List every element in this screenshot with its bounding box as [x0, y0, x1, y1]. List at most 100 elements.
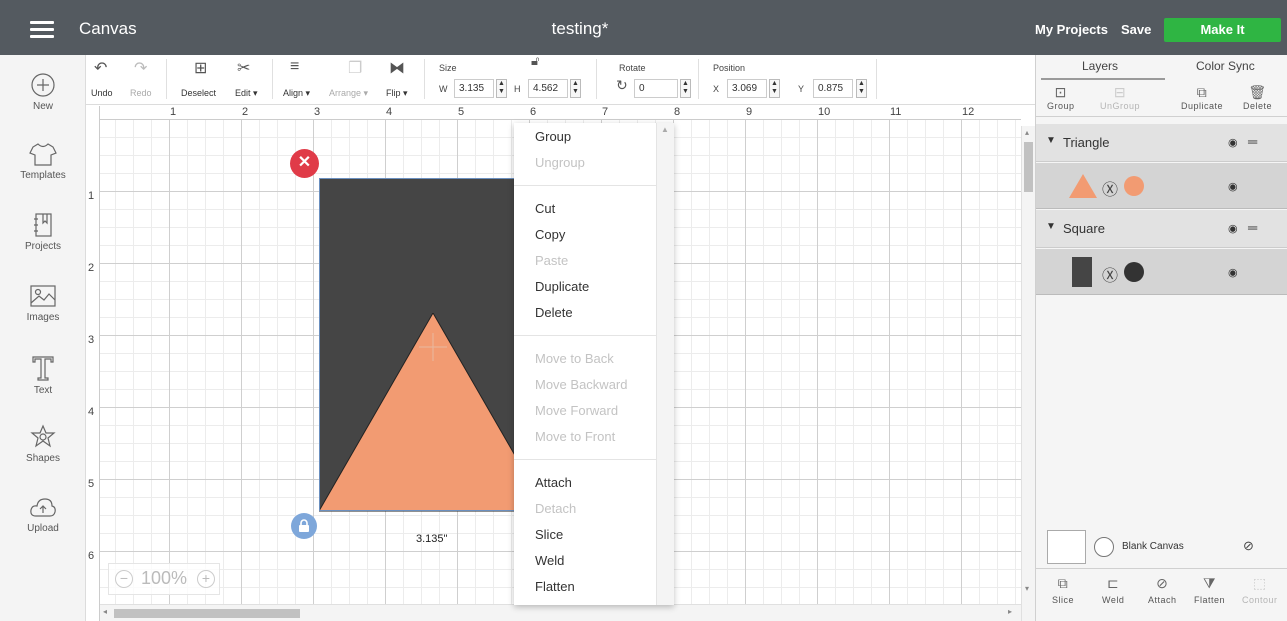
- flip-dropdown[interactable]: Flip ▾: [386, 88, 408, 99]
- group-button[interactable]: ⊡ Group: [1047, 84, 1075, 111]
- flatten-button[interactable]: ⧩ Flatten: [1194, 575, 1225, 605]
- arrange-dropdown: Arrange ▾: [329, 88, 369, 98]
- undo-button[interactable]: Undo: [91, 88, 113, 98]
- menu-move-backward: Move Backward: [535, 377, 628, 392]
- flatten-label: Flatten: [1194, 595, 1226, 605]
- arrange-icon: ❐: [348, 60, 363, 77]
- slice-button[interactable]: ⧉ Slice: [1052, 575, 1074, 605]
- tab-layers[interactable]: Layers: [1082, 59, 1118, 73]
- menu-group[interactable]: Group: [535, 129, 571, 144]
- delete-button[interactable]: 🗑︎ Delete: [1243, 84, 1272, 111]
- align-icon[interactable]: ≡: [290, 58, 299, 76]
- layer-item-square[interactable]: Ⓧ ◉: [1036, 249, 1287, 295]
- save-button[interactable]: Save: [1121, 22, 1151, 37]
- layer-group-square[interactable]: ▼ Square ◉ ═: [1036, 210, 1287, 248]
- drag-handle-icon[interactable]: ═: [1248, 220, 1257, 235]
- eye-icon[interactable]: ◉: [1228, 222, 1238, 235]
- deselect-icon[interactable]: ⊞: [194, 58, 207, 78]
- caret-down-icon[interactable]: ▼: [1046, 135, 1056, 146]
- scroll-down-icon[interactable]: ▾: [1025, 584, 1029, 593]
- rotate-input[interactable]: 0: [634, 79, 678, 98]
- top-bar: Canvas testing* My Projects Save Make It: [0, 0, 1287, 55]
- y-position-input[interactable]: 0.875: [813, 79, 853, 98]
- trash-icon: 🗑︎: [1248, 84, 1267, 100]
- height-stepper[interactable]: ▲ ▼: [570, 79, 581, 98]
- ruler-tick: 7: [602, 106, 609, 118]
- edit-dropdown[interactable]: Edit ▾: [235, 88, 258, 99]
- vertical-scroll-thumb[interactable]: [1024, 142, 1033, 192]
- color-swatch[interactable]: [1124, 176, 1144, 196]
- eye-icon[interactable]: ◉: [1228, 266, 1238, 279]
- context-menu-scrollbar[interactable]: ▲: [656, 123, 674, 605]
- make-it-button[interactable]: Make It: [1164, 18, 1281, 42]
- nav-templates[interactable]: Templates: [0, 141, 86, 181]
- notebook-icon: [34, 213, 52, 237]
- scroll-up-icon[interactable]: ▴: [1025, 128, 1029, 137]
- zoom-out-button[interactable]: −: [115, 570, 133, 588]
- blank-canvas-swatch[interactable]: [1047, 530, 1086, 564]
- weld-button[interactable]: ⊏ Weld: [1102, 575, 1124, 605]
- ruler-tick: 8: [674, 106, 681, 118]
- menu-copy[interactable]: Copy: [535, 227, 565, 242]
- width-stepper[interactable]: ▲ ▼: [496, 79, 507, 98]
- nav-images[interactable]: Images: [0, 283, 86, 323]
- flip-icon[interactable]: ⧓: [389, 58, 405, 78]
- color-swatch[interactable]: [1124, 262, 1144, 282]
- horizontal-scrollbar[interactable]: ◂ ▸: [100, 604, 1021, 621]
- document-title: testing*: [551, 19, 609, 38]
- nav-upload[interactable]: Upload: [0, 496, 86, 534]
- menu-paste: Paste: [535, 253, 569, 268]
- horizontal-scroll-thumb[interactable]: [114, 609, 300, 618]
- delete-label: Delete: [1243, 101, 1273, 111]
- layer-group-triangle[interactable]: ▼ Triangle ◉ ═: [1036, 124, 1287, 162]
- scroll-left-icon[interactable]: ◂: [103, 607, 107, 616]
- lock-handle-icon[interactable]: [291, 513, 317, 539]
- menu-attach[interactable]: Attach: [535, 475, 572, 490]
- redo-icon: ↷: [134, 60, 148, 77]
- width-input[interactable]: 3.135: [454, 79, 494, 98]
- nav-upload-label: Upload: [27, 523, 59, 534]
- height-input[interactable]: 4.562: [528, 79, 568, 98]
- drag-handle-icon[interactable]: ═: [1248, 134, 1257, 149]
- menu-duplicate[interactable]: Duplicate: [535, 279, 589, 294]
- nav-shapes[interactable]: Shapes: [0, 424, 86, 464]
- x-position-stepper[interactable]: ▲ ▼: [769, 79, 780, 98]
- chevron-up-icon[interactable]: ▲: [661, 125, 669, 134]
- zoom-in-button[interactable]: +: [197, 570, 215, 588]
- delete-handle-icon[interactable]: ✕: [290, 149, 319, 178]
- eye-hidden-icon[interactable]: ⊘: [1243, 538, 1254, 554]
- tab-color-sync[interactable]: Color Sync: [1196, 59, 1255, 73]
- nav-projects[interactable]: Projects: [0, 212, 86, 252]
- scroll-right-icon[interactable]: ▸: [1008, 607, 1012, 616]
- menu-slice[interactable]: Slice: [535, 527, 563, 542]
- rotate-stepper[interactable]: ▲ ▼: [680, 79, 691, 98]
- cut-operation-icon[interactable]: Ⓧ: [1102, 176, 1118, 200]
- undo-icon[interactable]: ↶: [94, 58, 107, 78]
- menu-weld[interactable]: Weld: [535, 553, 564, 568]
- menu-flatten[interactable]: Flatten: [535, 579, 575, 594]
- blank-canvas-color[interactable]: [1094, 537, 1114, 557]
- lock-ratio-icon[interactable]: 🔓︎: [531, 53, 539, 69]
- deselect-button[interactable]: Deselect: [181, 88, 216, 98]
- layer-item-triangle[interactable]: Ⓧ ◉: [1036, 163, 1287, 209]
- nav-new[interactable]: New: [0, 72, 86, 112]
- edit-scissors-icon[interactable]: ✂: [237, 58, 250, 78]
- y-position-stepper[interactable]: ▲ ▼: [856, 79, 867, 98]
- menu-cut[interactable]: Cut: [535, 201, 555, 216]
- cut-operation-icon[interactable]: Ⓧ: [1102, 262, 1118, 286]
- x-position-input[interactable]: 3.069: [727, 79, 767, 98]
- nav-shapes-label: Shapes: [26, 453, 60, 464]
- duplicate-button[interactable]: ⧉ Duplicate: [1181, 84, 1223, 111]
- vertical-scrollbar[interactable]: ▴ ▾: [1021, 126, 1035, 621]
- eye-icon[interactable]: ◉: [1228, 136, 1238, 149]
- my-projects-link[interactable]: My Projects: [1035, 22, 1108, 37]
- nav-new-label: New: [32, 101, 53, 112]
- eye-icon[interactable]: ◉: [1228, 180, 1238, 193]
- caret-down-icon[interactable]: ▼: [1046, 221, 1056, 232]
- nav-text[interactable]: Text: [0, 354, 86, 396]
- ruler-tick: 11: [890, 106, 902, 118]
- menu-move-forward: Move Forward: [535, 403, 619, 418]
- align-dropdown[interactable]: Align ▾: [283, 88, 310, 99]
- menu-delete[interactable]: Delete: [535, 305, 573, 320]
- attach-button[interactable]: ⊘ Attach: [1148, 575, 1177, 605]
